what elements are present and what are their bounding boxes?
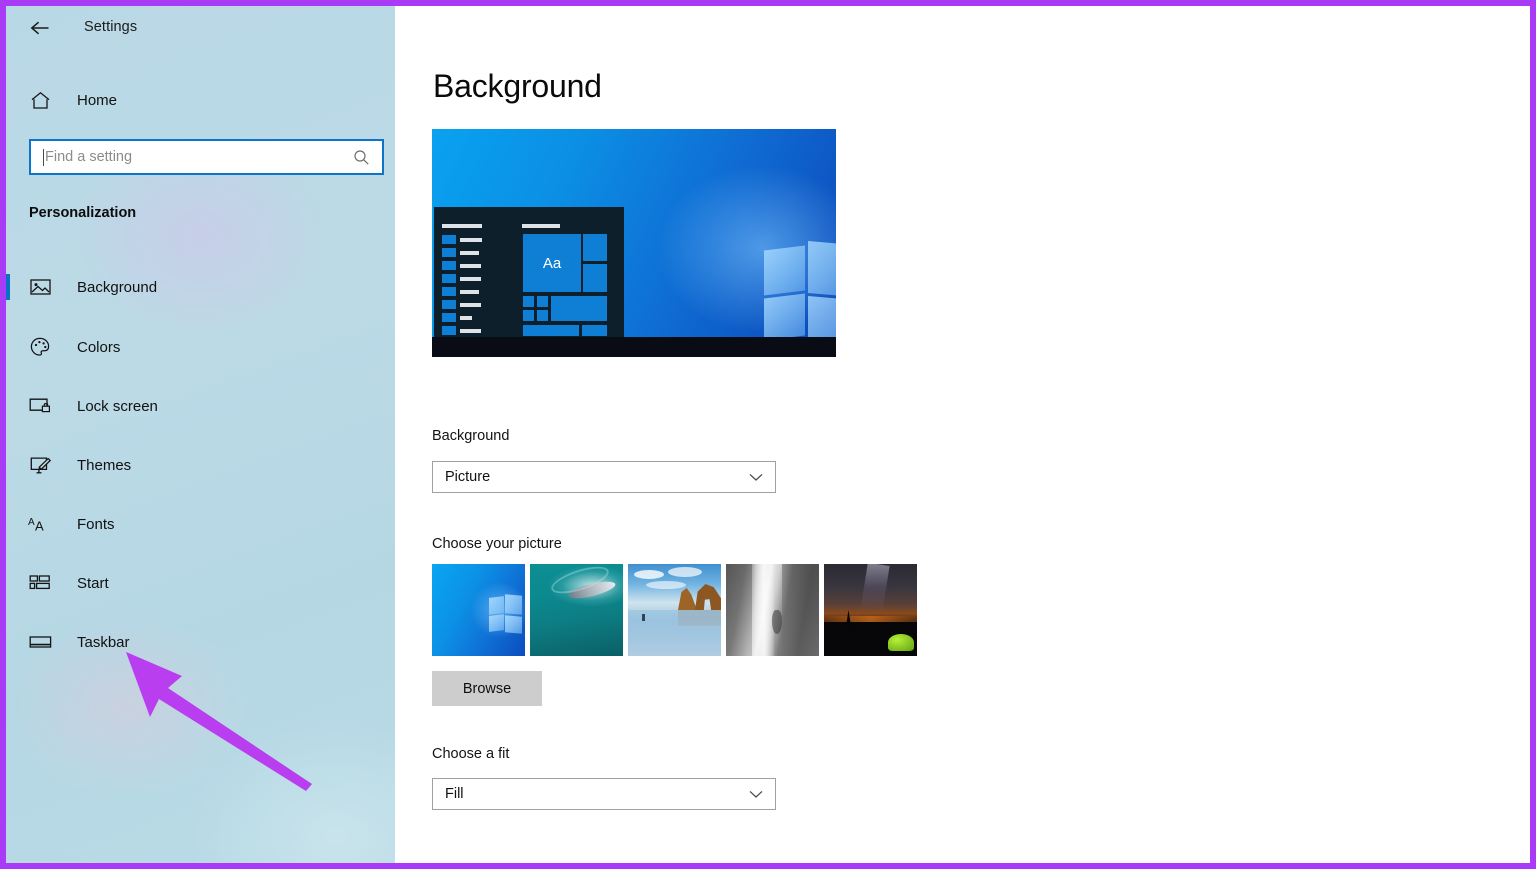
- wallpaper-thumbnail-waterfall-bw[interactable]: [726, 564, 819, 656]
- sidebar-item-label: Home: [77, 91, 118, 109]
- lock-screen-icon: [20, 397, 60, 415]
- sidebar-item-label: Fonts: [77, 515, 115, 533]
- choose-picture-label: Choose your picture: [432, 536, 562, 552]
- start-menu-app-icon: [442, 313, 456, 322]
- themes-brush-icon: [20, 456, 60, 475]
- fit-dropdown[interactable]: Fill: [432, 778, 776, 810]
- start-menu-app-icon: [442, 261, 456, 270]
- start-menu-app-icon: [442, 326, 456, 335]
- browse-button[interactable]: Browse: [432, 671, 542, 706]
- start-menu-preview: Aa: [434, 207, 624, 337]
- sidebar-item-label: Colors: [77, 338, 121, 356]
- start-menu-tile: [581, 324, 608, 337]
- start-menu-tile: [522, 324, 580, 337]
- sidebar-category-title: Personalization: [29, 205, 137, 221]
- settings-content-pane: Background Aa Background Picture Choose …: [395, 6, 1530, 863]
- start-menu-header-line: [442, 224, 482, 228]
- start-menu-tile: [536, 309, 549, 322]
- sidebar-item-label: Lock screen: [77, 397, 158, 415]
- background-type-value: Picture: [445, 469, 491, 485]
- start-menu-app-icon: [442, 274, 456, 283]
- home-icon: [20, 91, 60, 110]
- fonts-aa-icon: A A: [20, 515, 60, 534]
- start-menu-app-label: [460, 316, 472, 320]
- fit-value: Fill: [445, 786, 464, 802]
- wallpaper-thumbnail-beach-arch[interactable]: [628, 564, 721, 656]
- sidebar-item-label: Taskbar: [77, 633, 130, 651]
- wallpaper-thumbnail-underwater[interactable]: [530, 564, 623, 656]
- background-type-dropdown[interactable]: Picture: [432, 461, 776, 493]
- start-menu-app-icon: [442, 300, 456, 309]
- search-input[interactable]: Find a setting: [29, 139, 384, 175]
- wallpaper-thumbnail-list: [432, 564, 917, 656]
- search-icon[interactable]: [353, 149, 370, 166]
- app-title: Settings: [84, 19, 138, 35]
- svg-text:A: A: [28, 517, 35, 528]
- sidebar-item-start[interactable]: Start: [6, 562, 395, 604]
- sidebar-item-label: Background: [77, 278, 158, 296]
- sidebar-item-label: Themes: [77, 456, 132, 474]
- start-menu-tile: [522, 295, 535, 308]
- title-bar: Settings: [6, 6, 395, 50]
- taskbar-icon: [20, 634, 60, 650]
- page-title: Background: [433, 68, 602, 104]
- start-menu-tile: [582, 263, 608, 293]
- start-menu-app-icon: [442, 248, 456, 257]
- sidebar-item-taskbar[interactable]: Taskbar: [6, 621, 395, 663]
- start-menu-app-label: [460, 277, 481, 281]
- sidebar-item-colors[interactable]: Colors: [6, 326, 395, 368]
- sidebar-item-home[interactable]: Home: [6, 80, 395, 120]
- start-menu-app-label: [460, 264, 481, 268]
- chevron-down-icon: [749, 473, 763, 482]
- start-menu-app-icon: [442, 287, 456, 296]
- desktop-preview: Aa: [432, 129, 836, 357]
- wallpaper-thumbnail-windows-hero[interactable]: [432, 564, 525, 656]
- start-menu-app-label: [460, 303, 481, 307]
- windows-logo-pane: [764, 293, 805, 341]
- choose-fit-label: Choose a fit: [432, 746, 510, 762]
- search-placeholder: Find a setting: [45, 149, 133, 165]
- start-menu-header-line: [522, 224, 560, 228]
- wallpaper-thumbnail-night-tent[interactable]: [824, 564, 917, 656]
- sidebar-item-label: Start: [77, 574, 109, 592]
- sidebar-item-background[interactable]: Background: [6, 266, 395, 308]
- sidebar-item-fonts[interactable]: A A Fonts: [6, 503, 395, 545]
- taskbar-preview: [432, 337, 836, 357]
- start-menu-tile: [522, 309, 535, 322]
- windows-logo-pane: [808, 240, 836, 298]
- start-menu-app-label: [460, 290, 479, 294]
- windows-logo-pane: [764, 245, 805, 296]
- start-tiles-icon: [20, 574, 60, 592]
- start-menu-tile: [536, 295, 549, 308]
- start-menu-tile: [582, 233, 608, 262]
- start-menu-app-label: [460, 251, 479, 255]
- text-caret: [43, 148, 44, 166]
- start-menu-app-label: [460, 238, 482, 242]
- sidebar-item-themes[interactable]: Themes: [6, 444, 395, 486]
- picture-icon: [20, 278, 60, 296]
- start-menu-app-icon: [442, 235, 456, 244]
- start-menu-tile: [550, 295, 608, 322]
- settings-sidebar: Settings Home Find a setting Personaliza…: [6, 6, 395, 863]
- start-menu-tile-aa: Aa: [522, 233, 582, 293]
- chevron-down-icon: [749, 790, 763, 799]
- back-arrow-icon[interactable]: [22, 12, 58, 44]
- start-menu-app-label: [460, 329, 481, 333]
- settings-window: Settings Home Find a setting Personaliza…: [0, 0, 1536, 869]
- svg-text:A: A: [35, 518, 44, 533]
- palette-icon: [20, 337, 60, 357]
- background-label: Background: [432, 428, 510, 444]
- sidebar-item-lock-screen[interactable]: Lock screen: [6, 385, 395, 427]
